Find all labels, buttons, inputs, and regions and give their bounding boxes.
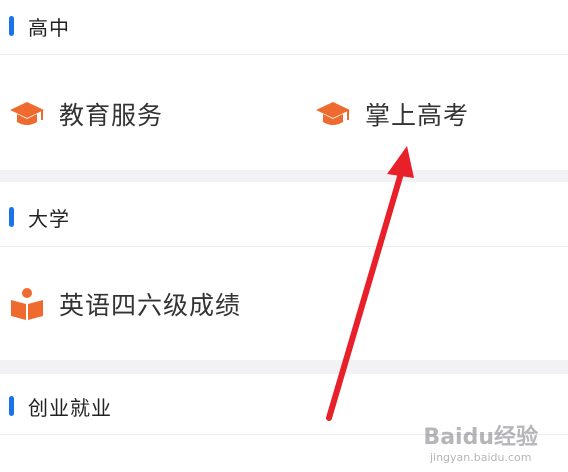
- section-gaozhong: 高中 教育服务 掌上高考: [0, 0, 568, 170]
- section-accent-bar: [9, 16, 14, 36]
- service-item-cet-score[interactable]: 英语四六级成绩: [9, 286, 241, 322]
- section-title-gaozhong: 高中: [28, 16, 70, 40]
- graduation-cap-icon: [10, 102, 44, 125]
- service-item-zhangshang-gaokao[interactable]: 掌上高考: [315, 96, 469, 132]
- section-daxue: 大学 英语四六级成绩: [0, 182, 568, 360]
- book-reader-icon: [11, 288, 43, 320]
- watermark-sub: jingyan.baidu.com: [429, 451, 532, 464]
- service-item-label: 英语四六级成绩: [59, 291, 242, 320]
- service-item-label: 掌上高考: [365, 101, 470, 130]
- graduation-cap-icon: [316, 102, 350, 125]
- section-title-chuangye-jiuye: 创业就业: [28, 396, 112, 420]
- section-divider: [0, 54, 568, 55]
- section-title-daxue: 大学: [28, 207, 70, 231]
- section-accent-bar: [9, 207, 14, 227]
- watermark-logo: Baidu经验: [423, 425, 538, 450]
- service-item-label: 教育服务: [59, 101, 164, 130]
- baidu-watermark: Baidu经验 jingyan.baidu.com: [423, 419, 538, 464]
- service-item-jiaoyu-fuwu[interactable]: 教育服务: [9, 96, 163, 132]
- section-accent-bar: [9, 396, 14, 416]
- section-divider: [0, 246, 568, 247]
